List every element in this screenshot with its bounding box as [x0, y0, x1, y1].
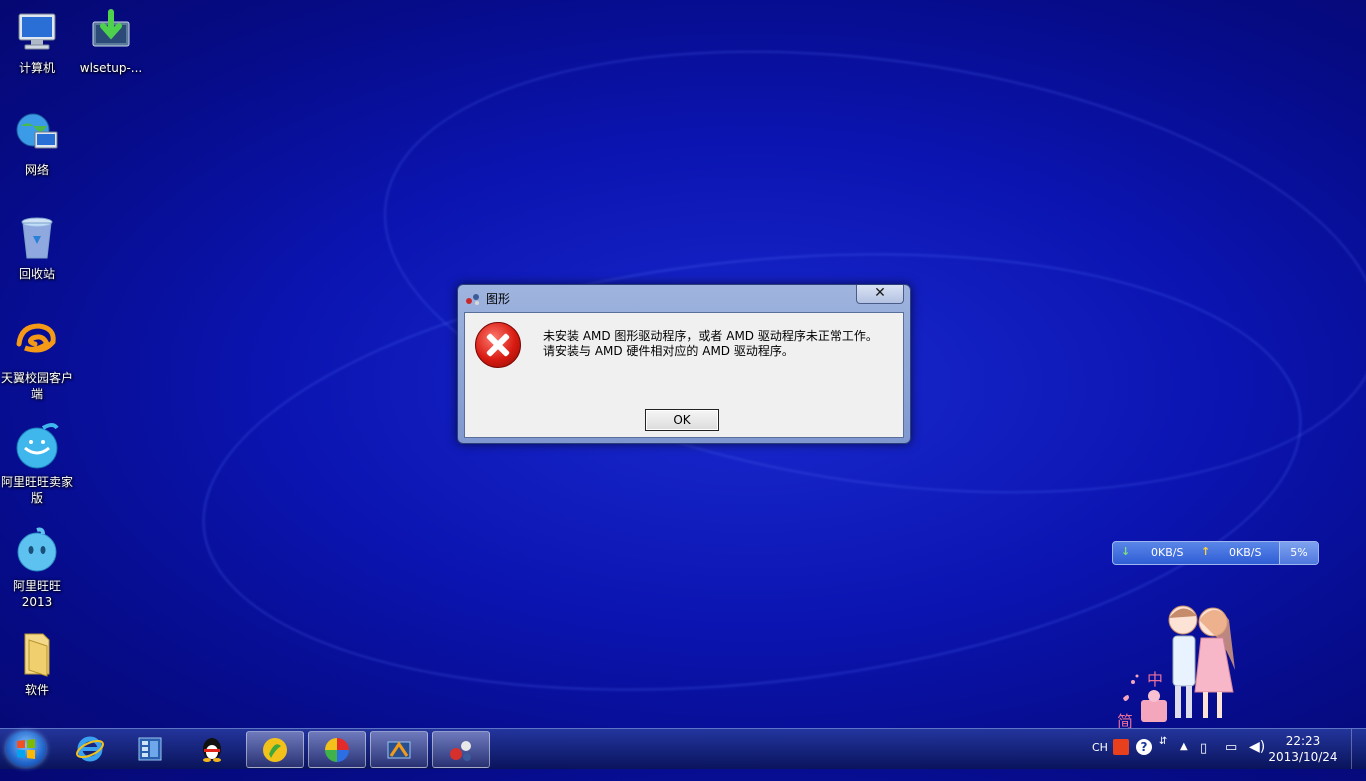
tianyi-client-icon [13, 318, 61, 366]
desktop-icon-label: 天翼校园客户端 [0, 371, 73, 401]
device-icon[interactable]: ▯ [1200, 741, 1207, 781]
start-button[interactable] [6, 731, 46, 767]
lang-indicator[interactable]: CH [1092, 741, 1108, 781]
green-app-icon [263, 738, 287, 762]
show-desktop-button[interactable] [1351, 729, 1366, 769]
recycle-bin-icon [13, 214, 61, 262]
video-editor-icon [387, 741, 411, 759]
volume-icon[interactable]: ◀) [1249, 739, 1265, 779]
ok-button[interactable]: OK [645, 409, 719, 431]
download-speed: 0KB/S [1151, 546, 1184, 559]
close-button[interactable]: ✕ [856, 285, 904, 304]
color-wheel-icon [325, 738, 349, 762]
folder-icon [13, 630, 61, 678]
desktop-icon-label: 阿里旺旺2013 [12, 579, 61, 609]
taskbar: CH ? ⇵ ▲ ▯ ▭ ◀) 22:23 2013/10/24 [0, 728, 1366, 769]
network-speed-meter[interactable]: ↓ 0KB/S ↑ 0KB/S 5% [1112, 541, 1319, 565]
error-message: 未安装 AMD 图形驱动程序，或者 AMD 驱动程序未正常工作。 请安装与 AM… [543, 329, 878, 359]
desktop-icon-label: 阿里旺旺卖家版 [0, 475, 73, 505]
desktop-icon-aliwangwang-2013[interactable]: 阿里旺旺2013 [0, 526, 74, 610]
ie-icon [76, 736, 104, 762]
desktop-icon-aliwangwang-seller[interactable]: 阿里旺旺卖家版 [0, 422, 74, 506]
message-line: 未安装 AMD 图形驱动程序，或者 AMD 驱动程序未正常工作。 [543, 329, 878, 343]
couple-cartoon-icon [1123, 605, 1235, 722]
dialog-title: 图形 [486, 292, 511, 306]
media-library-icon [138, 737, 162, 761]
desktop-icon-label: 软件 [24, 683, 49, 697]
network-globe-icon [13, 110, 61, 158]
installer-icon [87, 8, 135, 56]
taskbar-item-color-wheel[interactable] [308, 731, 366, 768]
taskbar-item-ie[interactable] [62, 731, 118, 766]
desktop-icon-label: 计算机 [18, 61, 55, 75]
monitor-icon[interactable]: ▭ [1225, 740, 1237, 780]
help-icon[interactable]: ? [1136, 739, 1152, 755]
taskbar-item-qq[interactable] [184, 731, 240, 766]
computer-icon [13, 8, 61, 56]
desktop-icon-tianyi[interactable]: 天翼校园客户端 [0, 318, 74, 402]
desktop-icon-network[interactable]: 网络 [0, 110, 74, 178]
aliwangwang-icon [13, 422, 61, 470]
amd-app-icon [465, 291, 481, 305]
windows-logo-icon [17, 739, 35, 759]
cpu-usage: 5% [1279, 542, 1318, 564]
ime-status-widget[interactable]: 中 简 [1115, 600, 1250, 731]
taskbar-item-media-library[interactable] [122, 731, 178, 766]
error-dialog: 图形 ✕ 未安装 AMD 图形驱动程序，或者 AMD 驱动程序未正常工作。 请安… [457, 284, 911, 444]
qq-penguin-icon [203, 738, 221, 762]
sogou-ime-icon[interactable] [1113, 739, 1129, 755]
taskbar-item-green-app[interactable] [246, 731, 304, 768]
taskbar-item-amd-tool[interactable] [432, 731, 490, 768]
show-hidden-icons-icon[interactable]: ▲ [1180, 741, 1188, 781]
upload-arrow-icon: ↑ [1201, 545, 1211, 558]
desktop-icon-label: 回收站 [18, 267, 55, 281]
dialog-titlebar[interactable]: 图形 ✕ [458, 285, 910, 311]
clock[interactable]: 22:23 2013/10/24 [1268, 733, 1338, 765]
desktop-icon-wlsetup[interactable]: wlsetup-... [74, 8, 148, 76]
error-icon [475, 322, 521, 368]
message-line: 请安装与 AMD 硬件相对应的 AMD 驱动程序。 [543, 344, 794, 358]
desktop-icon-computer[interactable]: 计算机 [0, 8, 74, 76]
upload-speed: 0KB/S [1229, 546, 1262, 559]
desktop-icon-recycle-bin[interactable]: 回收站 [0, 214, 74, 282]
clock-date: 2013/10/24 [1268, 750, 1338, 764]
clock-time: 22:23 [1285, 734, 1321, 748]
desktop-icon-label: wlsetup-... [79, 61, 143, 75]
desktop-icon-software-folder[interactable]: 软件 [0, 630, 74, 698]
ime-mode[interactable]: 中 [1147, 666, 1163, 690]
network-arrows-icon[interactable]: ⇵ [1159, 737, 1167, 777]
aliwangwang-icon [13, 526, 61, 574]
desktop-icon-label: 网络 [24, 163, 49, 177]
amd-tool-icon [450, 741, 471, 761]
dialog-body: 未安装 AMD 图形驱动程序，或者 AMD 驱动程序未正常工作。 请安装与 AM… [464, 312, 904, 438]
taskbar-item-video-editor[interactable] [370, 731, 428, 768]
download-arrow-icon: ↓ [1121, 545, 1131, 558]
